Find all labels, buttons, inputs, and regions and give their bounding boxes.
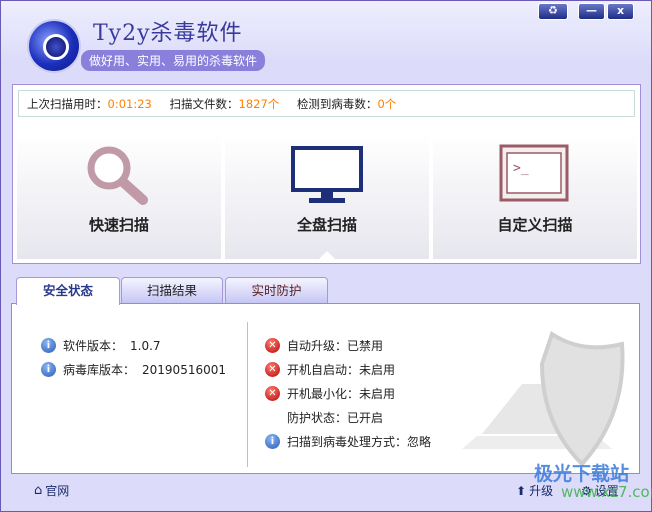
- divider: [247, 322, 248, 467]
- app-logo-icon: [29, 21, 79, 71]
- virus-db-version-row: i 病毒库版本： 20190516001: [41, 361, 226, 378]
- recycle-icon: ♻: [548, 4, 558, 17]
- blank-icon: [265, 410, 280, 425]
- shield-laptop-icon: [462, 330, 625, 467]
- terminal-icon: >_: [499, 144, 569, 202]
- files-value: 1827个: [238, 97, 280, 111]
- info-icon: i: [41, 362, 56, 377]
- virus-value: 0个: [377, 97, 397, 111]
- status-text: 开机最小化：未启用: [287, 387, 396, 401]
- info-icon: i: [265, 434, 280, 449]
- status-text: 扫描到病毒处理方式：忽略: [287, 435, 432, 449]
- auto-upgrade-status: ✕ 自动升级：已禁用: [265, 337, 383, 354]
- selected-indicator: [319, 251, 335, 259]
- label: 软件版本：: [63, 339, 124, 353]
- value: 1.0.7: [130, 338, 161, 353]
- security-status-panel: i 软件版本： 1.0.7 i 病毒库版本： 20190516001 ✕ 自动升级：已禁用…: [11, 303, 640, 474]
- minimize-button[interactable]: —: [578, 3, 605, 20]
- quick-scan-button[interactable]: 快速扫描: [17, 134, 221, 259]
- files-label: 扫描文件数：: [169, 97, 239, 111]
- full-scan-label: 全盘扫描: [296, 216, 357, 234]
- label: 病毒库版本：: [63, 363, 136, 377]
- custom-scan-button[interactable]: >_ 自定义扫描: [433, 134, 637, 259]
- app-title: Ty2y杀毒软件: [93, 21, 243, 46]
- scan-time-label: 上次扫描用时：: [27, 97, 108, 111]
- status-text: 防护状态：已开启: [287, 411, 384, 425]
- scan-time-value: 0:01:23: [107, 97, 152, 111]
- website-label: 官网: [45, 484, 70, 498]
- tab-security-status[interactable]: 安全状态: [16, 277, 120, 305]
- website-link[interactable]: ⌂ 官网: [34, 482, 69, 499]
- custom-scan-label: 自定义扫描: [497, 216, 573, 234]
- app-window: ♻ — x Ty2y杀毒软件 做好用、实用、易用的杀毒软件 上次扫描用时：0:0…: [0, 0, 652, 512]
- error-icon: ✕: [265, 338, 280, 353]
- tab-realtime-protection[interactable]: 实时防护: [225, 277, 328, 304]
- info-icon: i: [41, 338, 56, 353]
- protection-status: 防护状态：已开启: [265, 409, 383, 426]
- monitor-icon: [291, 146, 363, 203]
- status-text: 开机自启动：未启用: [287, 363, 396, 377]
- watermark-text: 极光下载站: [534, 463, 630, 485]
- error-icon: ✕: [265, 362, 280, 377]
- app-slogan: 做好用、实用、易用的杀毒软件: [81, 50, 266, 71]
- quick-scan-label: 快速扫描: [88, 216, 149, 234]
- full-scan-button[interactable]: 全盘扫描: [225, 134, 429, 259]
- status-text: 自动升级：已禁用: [287, 339, 384, 353]
- svg-text:>_: >_: [513, 161, 529, 176]
- error-icon: ✕: [265, 386, 280, 401]
- up-arrow-icon: ⬆: [516, 483, 527, 498]
- skin-button[interactable]: ♻: [538, 3, 568, 20]
- autostart-status: ✕ 开机自启动：未启用: [265, 361, 395, 378]
- close-button[interactable]: x: [607, 3, 634, 20]
- value: 20190516001: [142, 362, 226, 377]
- magnifier-icon: [87, 146, 148, 205]
- scan-panel: 上次扫描用时：0:01:23 扫描文件数：1827个 检测到病毒数：0个 快速扫…: [12, 84, 641, 264]
- start-minimized-status: ✕ 开机最小化：未启用: [265, 385, 395, 402]
- virus-handling-status: i 扫描到病毒处理方式：忽略: [265, 433, 431, 450]
- home-icon: ⌂: [34, 483, 43, 498]
- software-version-row: i 软件版本： 1.0.7: [41, 337, 161, 354]
- close-icon: x: [616, 4, 625, 17]
- tab-scan-results[interactable]: 扫描结果: [121, 277, 223, 304]
- virus-label: 检测到病毒数：: [296, 97, 378, 111]
- minimize-icon: —: [586, 4, 597, 17]
- watermark-url: www.xz7.com: [561, 483, 652, 501]
- scan-stats-bar: 上次扫描用时：0:01:23 扫描文件数：1827个 检测到病毒数：0个: [18, 90, 635, 117]
